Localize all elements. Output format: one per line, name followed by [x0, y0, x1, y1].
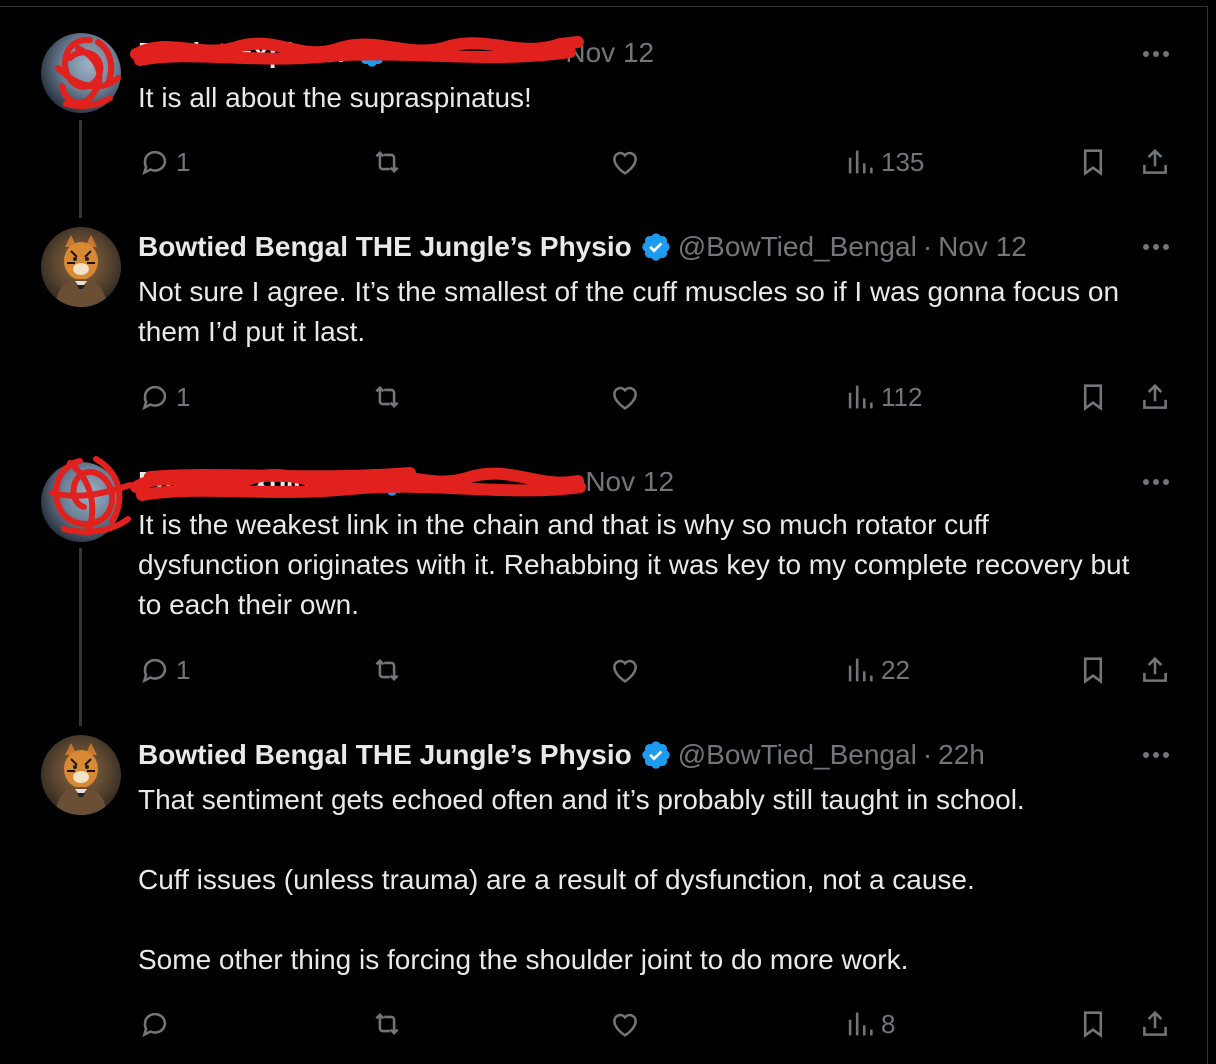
tweet-text: It is all about the supraspinatus! [138, 82, 532, 113]
share-button[interactable] [1138, 142, 1172, 182]
reply-count: 1 [176, 146, 191, 177]
like-button[interactable] [608, 142, 642, 182]
views-count: 22 [881, 654, 910, 685]
bookmark-button[interactable] [1076, 1004, 1110, 1044]
like-button[interactable] [608, 650, 642, 690]
reply-button[interactable]: 1 [138, 142, 190, 182]
tiger-avatar-icon [55, 235, 107, 307]
retweet-icon [375, 385, 399, 409]
bookmark-icon [1083, 384, 1103, 411]
redaction-scribble [130, 467, 586, 501]
share-icon [1143, 1010, 1167, 1036]
reply-icon [142, 385, 167, 411]
like-button[interactable] [608, 1004, 642, 1044]
author-name[interactable]: Bowtied Bengal THE Jungle’s Physio [138, 231, 632, 263]
retweet-button[interactable] [370, 377, 404, 417]
retweet-icon [375, 1012, 399, 1036]
like-button[interactable] [608, 377, 642, 417]
tweet[interactable]: Bowtied Bengal THE Jungle’s Physio @BowT… [0, 730, 1208, 1064]
separator-dot: · [922, 739, 933, 770]
share-button[interactable] [1138, 1004, 1172, 1044]
views-button[interactable]: 8 [843, 1004, 895, 1044]
reply-button[interactable] [138, 1004, 176, 1044]
reply-count: 1 [176, 654, 191, 685]
like-icon [613, 386, 637, 410]
redaction-scribble [130, 36, 584, 66]
verified-icon [640, 739, 672, 771]
retweet-button[interactable] [370, 142, 404, 182]
retweet-button[interactable] [370, 1004, 404, 1044]
reply-icon [142, 150, 167, 176]
tweet[interactable]: Patriot Explorer · Nov 12 It is all abou… [0, 0, 1208, 220]
author-handle[interactable]: @BowTied_Bengal [678, 739, 917, 771]
more-icon[interactable] [1138, 237, 1174, 257]
share-icon [1143, 656, 1167, 682]
reply-icon [142, 658, 167, 684]
bookmark-icon [1083, 657, 1103, 684]
reply-button[interactable]: 1 [138, 377, 190, 417]
avatar[interactable] [41, 227, 121, 307]
timestamp[interactable]: Nov 12 [938, 231, 1027, 263]
tweet-text: Not sure I agree. It’s the smallest of t… [138, 276, 1127, 347]
tiger-avatar-icon [55, 743, 107, 815]
retweet-button[interactable] [370, 650, 404, 690]
timestamp[interactable]: 22h [938, 739, 985, 771]
views-count: 112 [881, 381, 923, 412]
views-button[interactable]: 112 [843, 377, 922, 417]
views-icon [848, 385, 873, 409]
redaction-scribble [55, 36, 121, 109]
views-icon [848, 658, 873, 682]
like-icon [613, 151, 637, 175]
views-icon [848, 150, 873, 174]
bookmark-button[interactable] [1076, 142, 1110, 182]
separator-dot: · [922, 231, 933, 262]
verified-icon [640, 231, 672, 263]
tweet-text: It is the weakest link in the chain and … [138, 509, 1138, 620]
views-icon [848, 1012, 873, 1036]
reply-count: 1 [176, 381, 191, 412]
more-icon[interactable] [1138, 44, 1174, 64]
tweet[interactable]: Patriot Explorer · Nov 12 It is the weak… [0, 445, 1208, 730]
like-icon [613, 1013, 637, 1037]
reply-button[interactable]: 1 [138, 650, 190, 690]
bookmark-button[interactable] [1076, 377, 1110, 417]
bookmark-icon [1083, 1011, 1103, 1038]
views-button[interactable]: 22 [843, 650, 910, 690]
bookmark-button[interactable] [1076, 650, 1110, 690]
timestamp[interactable]: Nov 12 [585, 466, 674, 498]
retweet-icon [375, 658, 399, 682]
share-button[interactable] [1138, 377, 1172, 417]
more-icon[interactable] [1138, 745, 1174, 765]
retweet-icon [375, 150, 399, 174]
views-button[interactable]: 135 [843, 142, 924, 182]
redaction-scribble [49, 456, 133, 536]
reply-icon [142, 1012, 167, 1038]
author-handle[interactable]: @BowTied_Bengal [678, 231, 917, 263]
views-count: 8 [881, 1008, 896, 1039]
like-icon [613, 659, 637, 683]
views-count: 135 [881, 146, 925, 177]
tweet-text: That sentiment gets echoed often and it’… [138, 784, 1025, 975]
share-icon [1143, 148, 1167, 174]
tweet[interactable]: Bowtied Bengal THE Jungle’s Physio @BowT… [0, 220, 1208, 445]
share-button[interactable] [1138, 650, 1172, 690]
share-icon [1143, 383, 1167, 409]
author-name[interactable]: Bowtied Bengal THE Jungle’s Physio [138, 739, 632, 771]
more-icon[interactable] [1138, 472, 1174, 492]
bookmark-icon [1083, 149, 1103, 176]
avatar[interactable] [41, 735, 121, 815]
